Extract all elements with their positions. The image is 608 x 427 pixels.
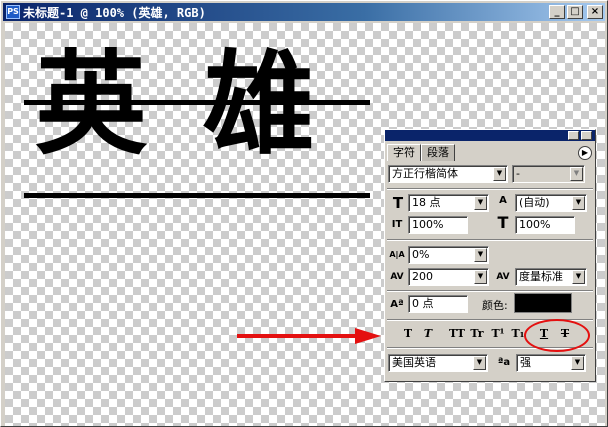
tab-character[interactable]: 字符 xyxy=(387,144,421,161)
faux-italic-button[interactable]: T xyxy=(421,326,435,342)
minimize-button[interactable]: _ xyxy=(549,5,565,19)
tracking-scale-value: 0% xyxy=(412,248,430,261)
horizontal-scale-field[interactable]: 100% xyxy=(515,216,575,234)
chevron-down-icon[interactable]: ▼ xyxy=(473,356,486,370)
panel-tabs: 字符 段落 xyxy=(387,144,455,161)
chevron-down-icon[interactable]: ▼ xyxy=(571,356,584,370)
faux-bold-button[interactable]: T xyxy=(401,326,415,342)
font-size-icon: T xyxy=(392,194,404,212)
small-caps-button[interactable]: Tr xyxy=(468,326,486,342)
tracking-field[interactable]: 200 ▼ xyxy=(408,268,489,286)
canvas-text-char-2[interactable]: 雄 xyxy=(203,49,315,161)
anti-aliasing-select[interactable]: 强 ▼ xyxy=(516,354,586,372)
tab-paragraph[interactable]: 段落 xyxy=(421,144,455,161)
font-family-value: 方正行楷简体 xyxy=(392,167,458,180)
anti-aliasing-icon: ªa xyxy=(497,357,511,368)
panel-minimize-icon[interactable] xyxy=(568,131,579,140)
tracking-scale-field[interactable]: 0% ▼ xyxy=(408,246,489,264)
close-button[interactable]: × xyxy=(587,5,603,19)
underline-line xyxy=(24,193,370,198)
leading-value: (自动) xyxy=(519,196,550,209)
color-swatch[interactable] xyxy=(514,293,572,313)
kerning-value: 度量标准 xyxy=(519,270,563,283)
document-window: PS 未标题-1 @ 100% (英雄, RGB) _ □ × 英 雄 字符 段… xyxy=(0,0,608,427)
tracking-scale-icon: A|A xyxy=(389,250,405,259)
chevron-down-icon[interactable]: ▼ xyxy=(493,167,506,181)
divider xyxy=(387,188,593,190)
leading-field[interactable]: (自动) ▼ xyxy=(515,194,587,212)
window-title: 未标题-1 @ 100% (英雄, RGB) xyxy=(23,5,206,20)
font-style-select[interactable]: - ▼ xyxy=(512,165,585,183)
all-caps-button[interactable]: TT xyxy=(448,326,466,342)
vertical-scale-field[interactable]: 100% xyxy=(408,216,468,234)
font-size-value: 18 点 xyxy=(412,196,441,209)
font-family-select[interactable]: 方正行楷简体 ▼ xyxy=(388,165,508,183)
kerning-field[interactable]: 度量标准 ▼ xyxy=(515,268,587,286)
chevron-down-icon[interactable]: ▼ xyxy=(474,270,487,284)
anti-aliasing-value: 强 xyxy=(520,356,531,369)
chevron-down-icon[interactable]: ▼ xyxy=(474,248,487,262)
vertical-scale-value: 100% xyxy=(412,218,444,231)
title-bar[interactable]: PS 未标题-1 @ 100% (英雄, RGB) _ □ × xyxy=(3,3,605,21)
font-size-field[interactable]: 18 点 ▼ xyxy=(408,194,489,212)
strikethrough-line xyxy=(24,100,370,105)
window-controls: _ □ × xyxy=(549,5,603,19)
superscript-button[interactable]: T¹ xyxy=(490,326,506,342)
horizontal-scale-icon: T xyxy=(497,213,509,232)
baseline-shift-value: 0 点 xyxy=(412,297,434,310)
horizontal-scale-value: 100% xyxy=(519,218,551,231)
vertical-scale-icon: IT xyxy=(391,219,403,230)
language-select[interactable]: 美国英语 ▼ xyxy=(388,354,488,372)
panel-close-icon[interactable] xyxy=(581,131,592,140)
maximize-button[interactable]: □ xyxy=(567,5,583,19)
tracking-value: 200 xyxy=(412,270,433,283)
photoshop-app-icon[interactable]: PS xyxy=(6,5,20,19)
canvas-text-char-1[interactable]: 英 xyxy=(35,49,147,161)
kerning-icon: AV xyxy=(496,272,510,282)
chevron-down-icon[interactable]: ▼ xyxy=(570,167,583,181)
panel-title-bar[interactable] xyxy=(385,130,595,141)
tracking-icon: AV xyxy=(390,272,404,282)
red-arrow-icon xyxy=(237,328,381,344)
chevron-down-icon[interactable]: ▼ xyxy=(474,196,487,210)
chevron-down-icon[interactable]: ▼ xyxy=(572,196,585,210)
leading-icon: A xyxy=(499,195,507,206)
chevron-down-icon[interactable]: ▼ xyxy=(572,270,585,284)
baseline-shift-icon: Aª xyxy=(390,299,404,310)
font-style-value: - xyxy=(516,167,520,180)
highlight-circle xyxy=(524,319,590,352)
divider xyxy=(387,239,593,241)
color-label: 颜色: xyxy=(482,299,508,312)
baseline-shift-field[interactable]: 0 点 xyxy=(408,295,468,313)
language-value: 美国英语 xyxy=(392,356,436,369)
panel-menu-arrow-icon[interactable]: ▶ xyxy=(578,146,592,160)
divider xyxy=(387,290,593,292)
